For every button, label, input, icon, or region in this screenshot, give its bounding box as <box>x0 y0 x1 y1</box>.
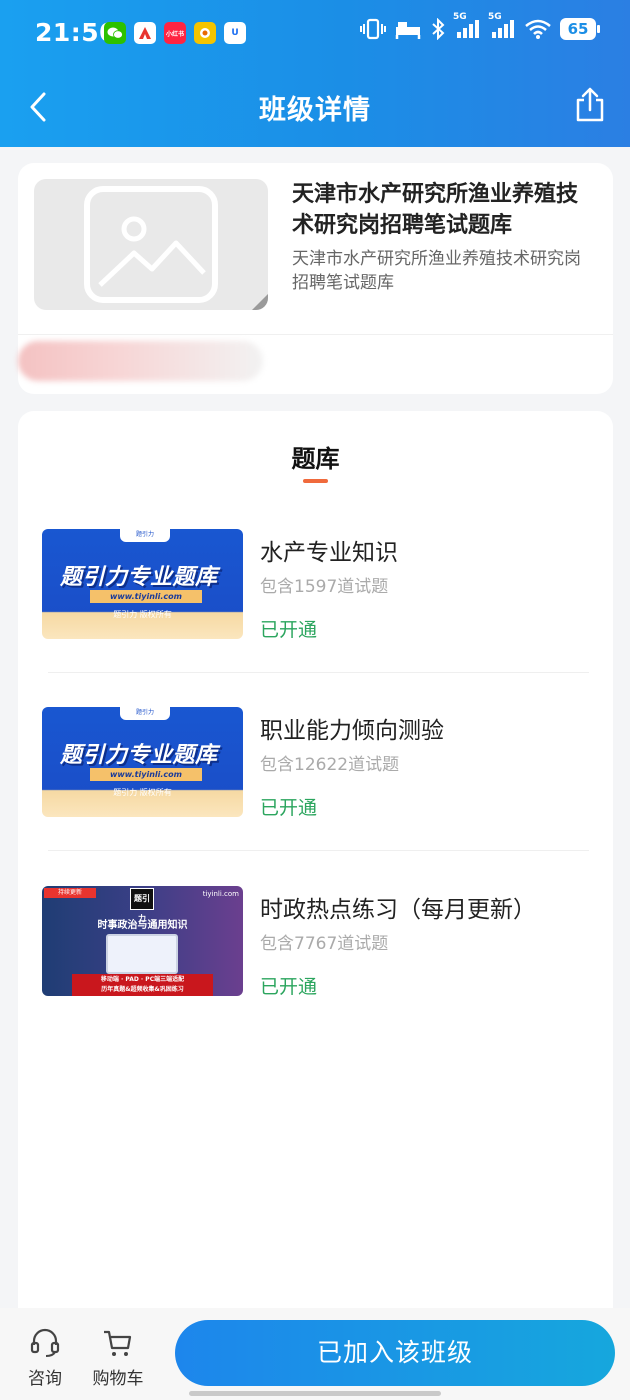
question-bank-thumbnail: 题引力 题引力专业题库 www.tiyinli.com 题引力 版权所有 <box>42 707 243 817</box>
question-bank-thumbnail: 持续更新 题引力 tiyinli.com 时事政治与通用知识 移动端 · PAD… <box>42 886 243 996</box>
thumb-tag: 持续更新 <box>44 888 96 898</box>
thumb-title: 时事政治与通用知识 <box>97 920 188 931</box>
question-bank-item[interactable]: 题引力 题引力专业题库 www.tiyinli.com 题引力 版权所有 职业能… <box>42 707 589 885</box>
question-bank-status: 已开通 <box>260 619 318 641</box>
course-card: 天津市水产研究所渔业养殖技术研究岗招聘笔试题库 天津市水产研究所渔业养殖技术研究… <box>18 163 613 394</box>
question-bank-name: 时政热点练习（每月更新） <box>260 897 536 923</box>
shopping-cart-icon <box>104 1330 132 1356</box>
thumb-site: tiyinli.com <box>202 890 239 898</box>
share-button[interactable] <box>574 86 606 124</box>
vibrate-icon <box>360 18 386 40</box>
network-type-label: 5G <box>453 12 467 22</box>
question-bank-section: 题库 题引力 题引力专业题库 www.tiyinli.com 题引力 版权所有 … <box>18 411 613 1311</box>
thumb-url: www.tiyinli.com <box>90 590 202 603</box>
course-title: 天津市水产研究所渔业养殖技术研究岗招聘笔试题库 <box>292 182 579 238</box>
aliexpress-icon <box>134 22 156 44</box>
question-bank-item[interactable]: 题引力 题引力专业题库 www.tiyinli.com 题引力 版权所有 水产专… <box>42 529 589 707</box>
system-status-icons: 5G 5G 65 <box>360 12 600 40</box>
question-bank-count: 包含7767道试题 <box>260 934 389 954</box>
status-bar: 21:50 小红书 U 5G 5G 65 <box>0 0 630 68</box>
xiaohongshu-icon: 小红书 <box>164 22 186 44</box>
cart-label: 购物车 <box>92 1369 144 1389</box>
wechat-icon <box>104 22 126 44</box>
thumb-badge: 题引力 <box>120 529 170 542</box>
header: 21:50 小红书 U 5G 5G 65 班级详情 <box>0 0 630 147</box>
divider <box>18 334 613 335</box>
wifi-icon <box>525 18 551 40</box>
question-bank-count: 包含12622道试题 <box>260 755 400 775</box>
thumb-logo: 题引力 <box>130 888 154 923</box>
blurred-info-bar <box>18 341 263 381</box>
consult-button[interactable]: 咨询 <box>15 1328 75 1389</box>
course-thumbnail <box>34 179 268 310</box>
games-icon <box>194 22 216 44</box>
headset-icon <box>30 1328 60 1357</box>
bottom-action-bar: 咨询 购物车 已加入该班级 <box>0 1308 630 1400</box>
thumb-main-text: 题引力专业题库 <box>60 565 218 590</box>
question-bank-item[interactable]: 持续更新 题引力 tiyinli.com 时事政治与通用知识 移动端 · PAD… <box>42 886 589 1064</box>
share-icon <box>576 87 604 122</box>
question-bank-thumbnail: 题引力 题引力专业题库 www.tiyinli.com 题引力 版权所有 <box>42 529 243 639</box>
page-title: 班级详情 <box>259 95 371 126</box>
course-description: 天津市水产研究所渔业养殖技术研究岗招聘笔试题库 <box>292 249 581 293</box>
thumb-copyright: 题引力 版权所有 <box>113 788 172 797</box>
question-bank-name: 职业能力倾向测验 <box>260 718 444 744</box>
thumb-url: www.tiyinli.com <box>90 768 202 781</box>
signal-icon-2: 5G <box>488 12 516 40</box>
signal-icon: 5G <box>453 12 481 40</box>
thumb-banner: 移动端 · PAD · PC端三端适配 历年真题&超频收集&巩固练习 <box>72 974 213 996</box>
home-indicator[interactable] <box>189 1391 441 1396</box>
question-bank-name: 水产专业知识 <box>260 540 398 566</box>
question-bank-status: 已开通 <box>260 797 318 819</box>
battery-indicator: 65 <box>560 18 600 40</box>
section-title-underline <box>303 479 328 483</box>
question-bank-status: 已开通 <box>260 976 318 998</box>
bluetooth-icon <box>430 18 446 40</box>
consult-label: 咨询 <box>28 1369 62 1389</box>
joined-class-button[interactable]: 已加入该班级 <box>175 1320 615 1386</box>
thumb-banner-line-2: 历年真题&超频收集&巩固练习 <box>101 986 184 993</box>
divider <box>48 672 589 673</box>
bed-icon <box>395 19 421 39</box>
thumb-main-text: 题引力专业题库 <box>60 743 218 768</box>
shield-app-icon: U <box>224 22 246 44</box>
thumb-badge: 题引力 <box>120 707 170 720</box>
image-placeholder-icon <box>84 186 268 310</box>
notification-app-icons: 小红书 U <box>104 22 246 44</box>
thumb-banner-line-1: 移动端 · PAD · PC端三端适配 <box>100 976 185 983</box>
section-title: 题库 <box>291 445 340 473</box>
cart-button[interactable]: 购物车 <box>88 1328 148 1389</box>
devices-illustration <box>106 934 178 974</box>
question-bank-count: 包含1597道试题 <box>260 577 389 597</box>
network-type-label-2: 5G <box>488 12 502 22</box>
divider <box>48 850 589 851</box>
thumb-copyright: 题引力 版权所有 <box>113 610 172 619</box>
